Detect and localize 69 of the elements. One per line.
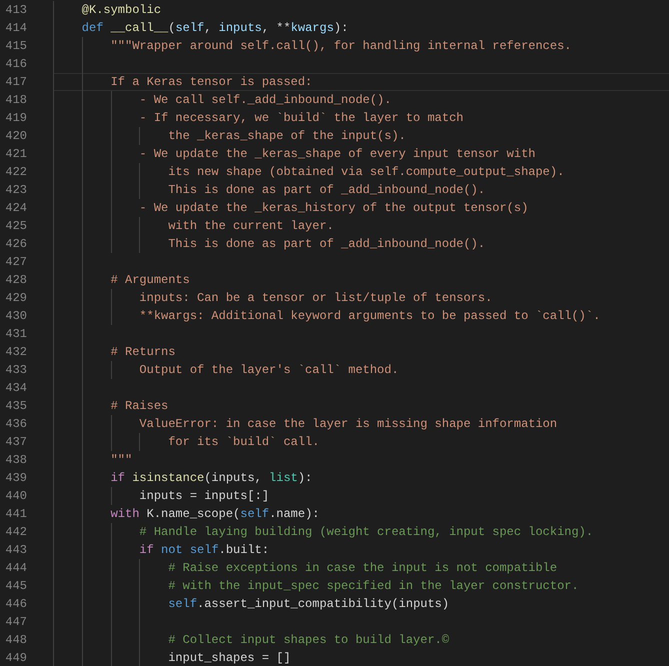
line-number: 443 xyxy=(4,542,27,559)
code-line: Output of the layer's `call` method. xyxy=(138,362,399,378)
line-number: 440 xyxy=(4,488,27,505)
line-number: 437 xyxy=(4,434,27,451)
code-line: - We call self._add_inbound_node(). xyxy=(138,92,392,108)
code-line: This is done as part of _add_inbound_node(). xyxy=(167,236,486,252)
code-line: for its `build` call. xyxy=(167,434,320,450)
line-number: 417 xyxy=(4,74,27,91)
code-line: @K.symbolic xyxy=(80,2,162,18)
code-line: the _keras_shape of the input(s). xyxy=(167,128,406,144)
line-number: 415 xyxy=(4,38,27,55)
line-number: 424 xyxy=(4,200,27,217)
code-line: with K.name_scope(self.name): xyxy=(110,506,320,522)
line-number: 414 xyxy=(4,20,27,37)
code-line: ValueError: in case the layer is missing shape information xyxy=(138,416,558,432)
line-number: 445 xyxy=(4,578,27,595)
code-line: # Returns xyxy=(110,344,176,360)
line-number: 431 xyxy=(4,326,27,343)
code-line: if isinstance(inputs, list): xyxy=(110,470,312,486)
code-line: inputs: Can be a tensor or list/tuple of tensors. xyxy=(138,290,492,306)
line-number: 439 xyxy=(4,470,27,487)
line-number: 447 xyxy=(4,614,27,631)
code-line: **kwargs: Additional keyword arguments to be passed to `call()`. xyxy=(138,308,600,324)
line-number: 419 xyxy=(4,110,27,127)
line-number: 422 xyxy=(4,164,27,181)
code-line: If a Keras tensor is passed: xyxy=(110,74,312,90)
code-line: if not self.built: xyxy=(138,542,270,558)
line-number: 434 xyxy=(4,380,27,397)
code-line: def __call__(self, inputs, **kwargs): xyxy=(80,20,348,36)
code-line: # Collect input shapes to build layer.© xyxy=(167,632,450,648)
line-number: 428 xyxy=(4,272,27,289)
line-number: 449 xyxy=(4,650,27,666)
code-line: - If necessary, we `build` the layer to match xyxy=(138,110,464,126)
line-number: 426 xyxy=(4,236,27,253)
line-number: 432 xyxy=(4,344,27,361)
line-number: 430 xyxy=(4,308,27,325)
code-line: - We update the _keras_shape of every input tensor with xyxy=(138,146,536,162)
code-line: # Handle laying building (weight creating, input spec locking). xyxy=(138,524,594,540)
line-number: 423 xyxy=(4,182,27,199)
code-line: with the current layer. xyxy=(167,218,334,234)
line-number: 429 xyxy=(4,290,27,307)
line-number: 438 xyxy=(4,452,27,469)
code-line: """Wrapper around self.call(), for handling internal references. xyxy=(110,38,572,54)
code-line: - We update the _keras_history of the output tensor(s) xyxy=(138,200,528,216)
line-number: 442 xyxy=(4,524,27,541)
line-number: 420 xyxy=(4,128,27,145)
code-line: # Raises xyxy=(110,398,168,414)
line-number: 441 xyxy=(4,506,27,523)
line-number: 444 xyxy=(4,560,27,577)
code-line: This is done as part of _add_inbound_node(). xyxy=(167,182,486,198)
line-number: 418 xyxy=(4,92,27,109)
code-line: """ xyxy=(110,452,132,468)
code-line: input_shapes = [] xyxy=(167,650,291,666)
line-number: 413 xyxy=(4,2,27,19)
line-number: 433 xyxy=(4,362,27,379)
line-number: 427 xyxy=(4,254,27,271)
line-number: 416 xyxy=(4,56,27,73)
line-number: 436 xyxy=(4,416,27,433)
code-line: # with the input_spec specified in the layer constructor. xyxy=(167,578,579,594)
code-line: inputs = inputs[:] xyxy=(138,488,270,504)
line-number: 446 xyxy=(4,596,27,613)
line-number: 435 xyxy=(4,398,27,415)
line-number: 448 xyxy=(4,632,27,649)
line-number: 425 xyxy=(4,218,27,235)
code-line: its new shape (obtained via self.compute_output_shape). xyxy=(167,164,564,180)
code-line: # Raise exceptions in case the input is not compatible xyxy=(167,560,558,576)
line-number: 421 xyxy=(4,146,27,163)
code-line: self.assert_input_compatibility(inputs) xyxy=(167,596,450,612)
code-line: # Arguments xyxy=(110,272,190,288)
